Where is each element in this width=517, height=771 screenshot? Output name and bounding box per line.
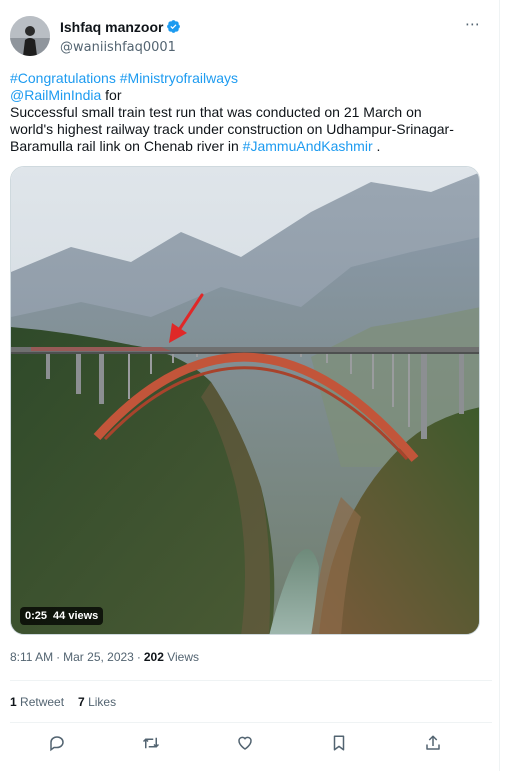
author-names: Ishfaq manzoor @waniishfaq0001 (60, 18, 181, 55)
more-options-icon[interactable]: ⋯ (462, 17, 484, 36)
tweet-frame: Ishfaq manzoor @waniishfaq0001 ⋯ #Congra… (0, 0, 500, 771)
retweet-icon (142, 737, 160, 749)
reply-button[interactable] (46, 732, 68, 754)
retweet-count: 1 (10, 695, 17, 709)
tweet-views-count: 202 (143, 650, 164, 664)
tweet-line-1: #Congratulations #Ministryofrailways (10, 70, 495, 87)
share-button[interactable] (422, 732, 444, 754)
video-duration-views-badge: 0:25 44 views (20, 607, 104, 625)
hashtag-ministryofrailways[interactable]: #Ministryofrailways (120, 70, 238, 86)
tweet-text-baramulla: Baramulla rail link on Chenab river in (10, 138, 243, 154)
verified-badge-icon (166, 19, 181, 34)
tweet-time[interactable]: 8:11 AM (10, 650, 53, 664)
tweet-views-label: Views (163, 650, 200, 664)
divider (10, 722, 492, 723)
tweet-meta: 8:11 AM · Mar 25, 2023 · 202 Views (10, 650, 199, 664)
like-button[interactable] (234, 732, 256, 754)
likes-stat[interactable]: 7 Likes (78, 695, 116, 709)
video-thumbnail (11, 167, 479, 634)
hashtag-congratulations[interactable]: #Congratulations (10, 70, 116, 86)
like-icon (238, 736, 252, 750)
bookmark-icon (333, 735, 345, 751)
tweet-line-2: @RailMinIndia for (10, 87, 495, 104)
likes-label: Likes (84, 695, 117, 709)
author-handle[interactable]: @waniishfaq0001 (60, 40, 181, 55)
tweet-date[interactable]: Mar 25, 2023 (63, 650, 134, 664)
retweet-stat[interactable]: 1 Retweet (10, 695, 64, 709)
retweet-button[interactable] (140, 732, 162, 754)
mention-railminindia[interactable]: @RailMinIndia (10, 87, 101, 103)
tweet-stats: 1 Retweet 7 Likes (10, 695, 116, 709)
avatar-image (10, 16, 50, 56)
likes-count: 7 (78, 695, 85, 709)
author-display-name[interactable]: Ishfaq manzoor (60, 19, 163, 35)
tweet-text-for: for (101, 87, 122, 103)
retweet-label: Retweet (16, 695, 65, 709)
reply-icon (50, 736, 64, 752)
tweet-header: Ishfaq manzoor @waniishfaq0001 ⋯ (10, 16, 490, 60)
video-player[interactable]: 0:25 44 views (10, 166, 480, 635)
meta-separator-2: · (136, 650, 141, 664)
avatar[interactable] (10, 16, 50, 56)
video-views: 44 views (53, 610, 99, 622)
tweet-text-end: . (372, 138, 381, 154)
tweet-line-4: world's highest railway track under cons… (10, 121, 454, 137)
tweet-line-5: Baramulla rail link on Chenab river in #… (10, 138, 495, 155)
tweet-line-3: Successful small train test run that was… (10, 104, 422, 120)
share-icon (426, 735, 440, 750)
tweet-text: #Congratulations #Ministryofrailways @Ra… (10, 70, 495, 155)
bookmark-button[interactable] (328, 732, 350, 754)
hashtag-jammuandkashmir[interactable]: #JammuAndKashmir (243, 138, 373, 154)
video-duration: 0:25 (25, 610, 48, 622)
divider (10, 680, 492, 681)
meta-separator: · (56, 650, 61, 664)
tweet-actions-bar (10, 732, 480, 756)
